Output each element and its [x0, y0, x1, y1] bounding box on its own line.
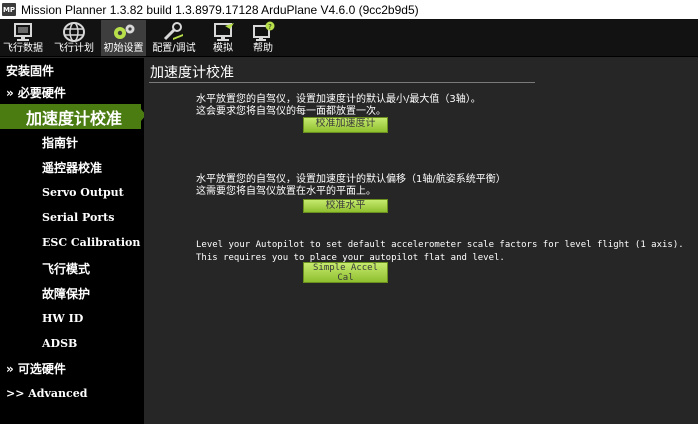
toolbar-label: 配置/调试 [152, 43, 196, 54]
toolbar-label: 模拟 [213, 43, 233, 54]
setup-sidebar: 安装固件 » 必要硬件 加速度计校准 指南针 遥控器校准 Servo Outpu… [0, 58, 146, 424]
sidebar-item-label: 加速度计校准 [26, 108, 123, 128]
sidebar-item-accel-calibration[interactable]: 加速度计校准 [0, 104, 141, 129]
toolbar-label: 飞行计划 [54, 43, 94, 54]
calibrate-accel-button[interactable]: 校准加速度计 [303, 117, 388, 133]
toolbar-label: 帮助 [253, 43, 273, 54]
sidebar-section-advanced[interactable]: >> Advanced [0, 381, 144, 406]
sidebar-item-label: 故障保护 [42, 287, 91, 301]
accel-cal-instructions-line2: 这会要求您将自驾仪的每一面都放置一次。 [196, 106, 386, 117]
toolbar-flight-data[interactable]: 飞行数据 [0, 20, 46, 56]
wrench-plane-icon [163, 22, 183, 41]
sidebar-item-esc-calibration[interactable]: ESC Calibration [0, 230, 144, 255]
gears-icon [113, 24, 134, 39]
sidebar-item-compass[interactable]: 指南针 [0, 130, 144, 155]
monitor-icon [14, 23, 32, 41]
sidebar-item-label: ESC Calibration [42, 236, 141, 249]
sidebar-item-flight-modes[interactable]: 飞行模式 [0, 256, 144, 281]
calibrate-level-button[interactable]: 校准水平 [303, 199, 388, 213]
simple-cal-instructions-line2: This requires you to place your autopilo… [196, 253, 505, 263]
accel-calibration-panel: 加速度计校准 水平放置您的自驾仪，设置加速度计的默认最小/最大值（3轴）。 这会… [144, 58, 698, 424]
simple-accel-cal-button[interactable]: Simple Accel Cal [303, 262, 388, 283]
sidebar-item-label: Serial Ports [42, 211, 115, 224]
sidebar-item-serial-ports[interactable]: Serial Ports [0, 205, 144, 230]
sidebar-item-label: Servo Output [42, 186, 124, 199]
toolbar-flight-plan[interactable]: 飞行计划 [50, 20, 98, 56]
sidebar-item-label: 安装固件 [6, 64, 55, 78]
sidebar-item-label: 遥控器校准 [42, 161, 103, 175]
sidebar-item-label: >> Advanced [6, 387, 88, 400]
sidebar-item-label: HW ID [42, 312, 84, 325]
toolbar-simulation[interactable]: 模拟 [204, 20, 242, 56]
main-toolbar: 飞行数据 飞行计划 初始设置 配置/调试 模拟 ? 帮助 [0, 19, 698, 57]
sidebar-item-hw-id[interactable]: HW ID [0, 306, 144, 331]
sidebar-item-radio-calibration[interactable]: 遥控器校准 [0, 155, 144, 180]
sidebar-item-failsafe[interactable]: 故障保护 [0, 281, 144, 306]
level-cal-instructions-line2: 这需要您将自驾仪放置在水平的平面上。 [196, 186, 376, 197]
sidebar-item-adsb[interactable]: ADSB [0, 331, 144, 356]
sidebar-item-label: ADSB [42, 337, 78, 350]
sidebar-item-label: 指南针 [42, 136, 79, 150]
toolbar-help[interactable]: ? 帮助 [246, 20, 280, 56]
monitor-plane-icon [214, 23, 234, 41]
title-divider [149, 82, 535, 83]
level-cal-instructions-line1: 水平放置您的自驾仪，设置加速度计的默认偏移（1轴/航姿系统平衡） [196, 174, 506, 185]
svg-text:?: ? [268, 23, 272, 31]
simple-cal-instructions-line1: Level your Autopilot to set default acce… [196, 240, 684, 250]
sidebar-section-mandatory-hardware[interactable]: » 必要硬件 [0, 80, 144, 105]
sidebar-item-label: 飞行模式 [42, 262, 91, 276]
title-bar: MP Mission Planner 1.3.82 build 1.3.8979… [0, 0, 698, 19]
toolbar-config-tuning[interactable]: 配置/调试 [149, 20, 199, 56]
sidebar-item-label: » 可选硬件 [6, 362, 66, 376]
sidebar-section-optional-hardware[interactable]: » 可选硬件 [0, 356, 144, 381]
toolbar-label: 初始设置 [103, 43, 144, 54]
accel-cal-instructions-line1: 水平放置您的自驾仪，设置加速度计的默认最小/最大值（3轴）。 [196, 94, 481, 105]
toolbar-label: 飞行数据 [3, 43, 43, 54]
toolbar-initial-setup[interactable]: 初始设置 [101, 20, 146, 56]
sidebar-item-servo-output[interactable]: Servo Output [0, 180, 144, 205]
sidebar-item-label: » 必要硬件 [6, 86, 66, 100]
window-title: Mission Planner 1.3.82 build 1.3.8979.17… [21, 2, 419, 17]
help-monitor-icon: ? [253, 21, 275, 41]
page-title: 加速度计校准 [150, 65, 234, 81]
mission-planner-logo-icon: MP [2, 3, 16, 16]
globe-icon [63, 22, 85, 42]
